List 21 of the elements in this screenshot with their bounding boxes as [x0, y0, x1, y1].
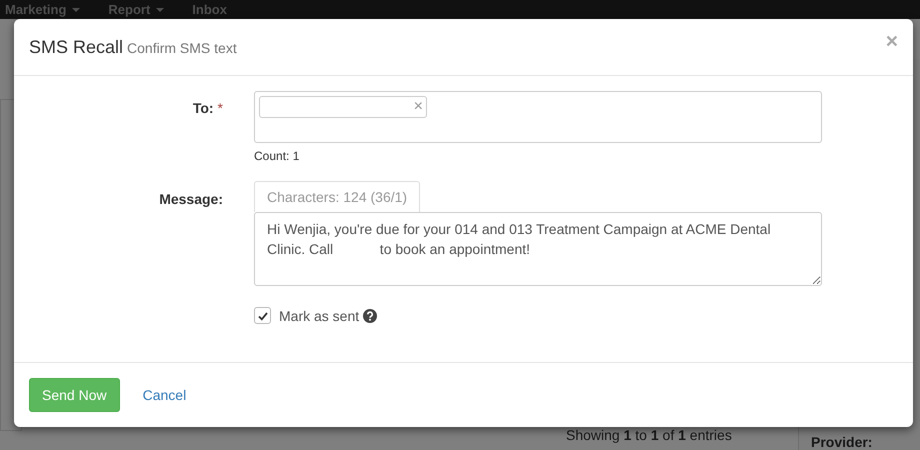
- nav-item[interactable]: Inbox: [192, 0, 227, 19]
- nav-item[interactable]: Marketing: [5, 0, 80, 19]
- modal-title: SMS Recall: [29, 36, 124, 56]
- message-label: Message:: [159, 191, 223, 207]
- check-icon: [256, 310, 268, 322]
- send-now-button[interactable]: Send Now: [29, 378, 120, 412]
- required-asterisk: *: [218, 100, 223, 116]
- mark-as-sent-label[interactable]: Mark as sent: [279, 308, 360, 324]
- entries-info: Showing 1 to 1 of 1 entries: [566, 427, 732, 443]
- recipient-count: Count: 1: [254, 149, 300, 163]
- cancel-link[interactable]: Cancel: [130, 378, 200, 412]
- message-field[interactable]: Hi Wenjia, you're due for your 014 and 013 Treatment Campaign at ACME Dental Clinic. Call to book an appointment!: [254, 212, 822, 286]
- close-button[interactable]: ×: [886, 30, 898, 52]
- provider-label: Provider:: [811, 434, 872, 450]
- help-icon[interactable]: [363, 308, 378, 322]
- nav-item[interactable]: Report: [108, 0, 164, 19]
- remove-button[interactable]: ×: [414, 99, 423, 115]
- modal-subtitle: Confirm SMS text: [127, 40, 237, 56]
- recipients-field[interactable]: ×: [254, 91, 822, 143]
- checkbox[interactable]: [254, 307, 271, 324]
- to-label: To:: [192, 100, 214, 116]
